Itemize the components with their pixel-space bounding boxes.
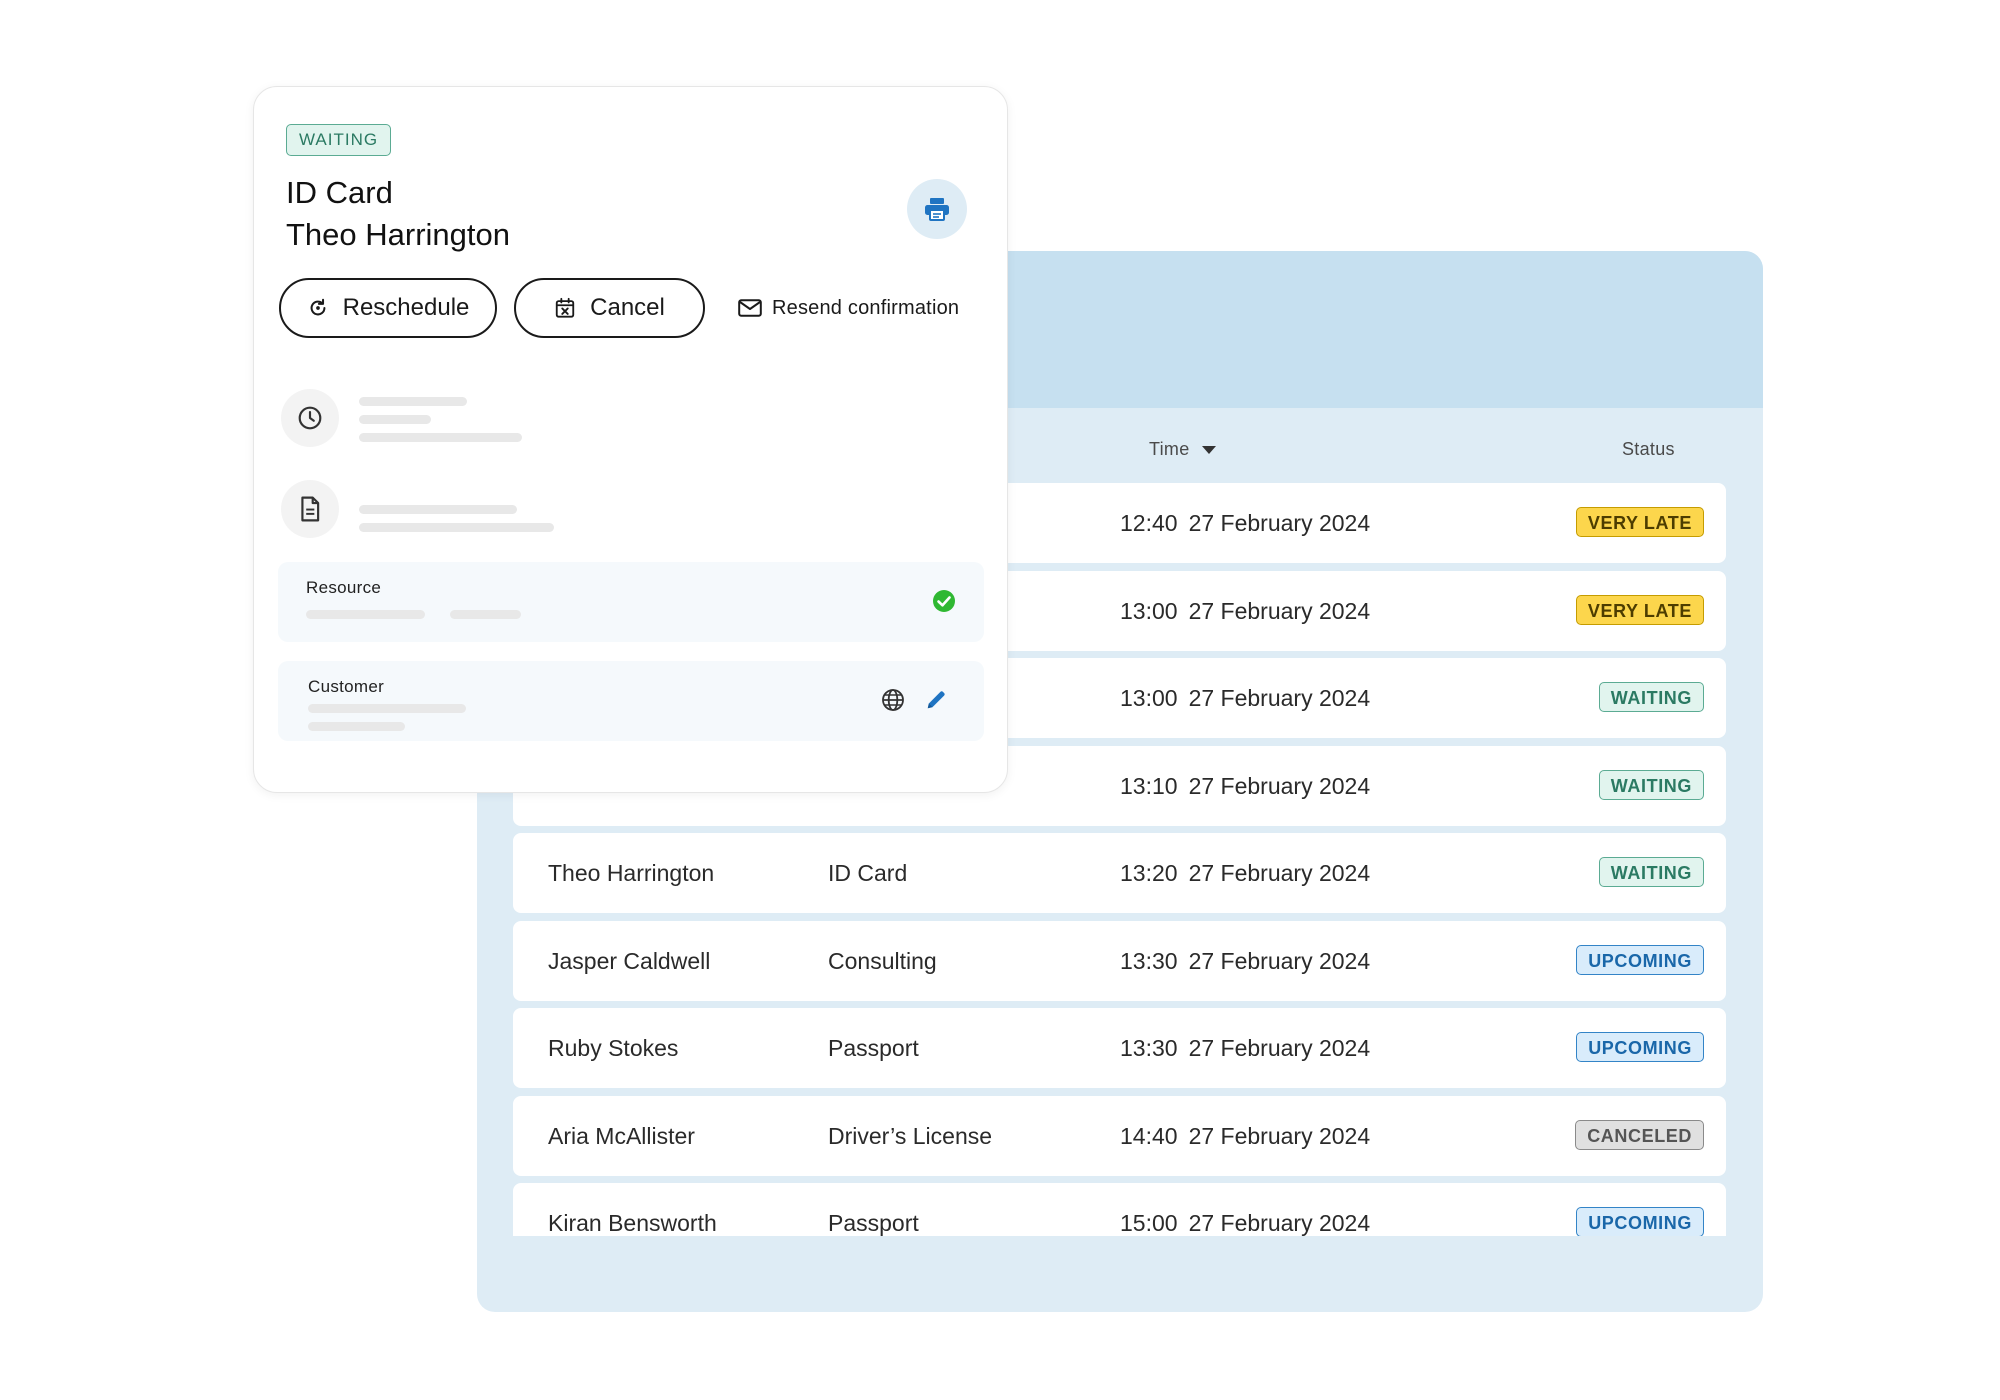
printer-icon <box>925 198 949 221</box>
time-value: 13:00 <box>1120 685 1178 711</box>
time-value: 13:30 <box>1120 947 1178 974</box>
skeleton-line <box>359 505 517 514</box>
document-info-icon-wrap <box>281 480 339 538</box>
customer-name-cell: Ruby Stokes <box>548 1035 679 1061</box>
time-cell: 13:20 27 February 2024 <box>1120 833 1370 913</box>
calendar-x-icon <box>555 297 575 318</box>
status-badge: WAITING <box>1598 857 1704 887</box>
reschedule-button[interactable]: Reschedule <box>279 278 497 338</box>
table-row[interactable]: Ruby Stokes Passport 13:30 27 February 2024… <box>513 1008 1726 1088</box>
document-icon <box>301 496 320 522</box>
appointment-service-title: ID Card <box>286 175 393 210</box>
status-badge: WAITING <box>286 124 392 156</box>
skeleton-line <box>359 397 467 406</box>
mail-icon <box>738 299 762 317</box>
service-cell: ID Card <box>828 860 908 886</box>
language-button[interactable] <box>878 685 908 715</box>
edit-customer-button[interactable] <box>921 685 951 715</box>
resend-confirmation-button[interactable]: Resend confirmation <box>738 292 959 324</box>
date-value: 27 February 2024 <box>1188 1035 1371 1061</box>
table-row[interactable]: Theo Harrington ID Card 13:20 27 February 2… <box>513 833 1726 913</box>
skeleton-line <box>450 610 521 619</box>
status-badge: UPCOMING <box>1576 1207 1704 1236</box>
skeleton-line <box>359 433 522 442</box>
customer-name-cell: Jasper Caldwell <box>548 947 711 974</box>
date-value: 27 February 2024 <box>1188 597 1371 624</box>
resource-label: Resource <box>306 578 382 597</box>
table-row[interactable]: Aria McAllister Driver’s License 14:40 27 F… <box>513 1095 1726 1176</box>
status-badge: UPCOMING <box>1576 944 1704 975</box>
skeleton-line <box>308 704 466 713</box>
table-row[interactable]: Jasper Caldwell Consulting 13:30 27 Februar… <box>513 920 1726 1001</box>
customer-panel[interactable]: Customer <box>278 661 984 741</box>
time-value: 13:10 <box>1120 772 1178 799</box>
cancel-button[interactable]: Cancel <box>514 278 705 338</box>
customer-name-cell: Aria McAllister <box>548 1122 695 1149</box>
sort-desc-icon <box>1201 446 1216 455</box>
clock-icon <box>298 406 322 430</box>
time-cell: 14:40 27 February 2024 <box>1120 1096 1370 1176</box>
check-circle-icon <box>933 590 955 612</box>
time-cell: 13:10 27 February 2024 <box>1120 746 1370 826</box>
time-cell: 13:30 27 February 2024 <box>1120 921 1370 1001</box>
date-value: 27 February 2024 <box>1188 1122 1371 1149</box>
time-cell: 15:00 27 February 2024 <box>1120 1183 1370 1236</box>
time-cell: 13:00 27 February 2024 <box>1120 571 1370 651</box>
status-badge: WAITING <box>1598 769 1704 800</box>
skeleton-line <box>359 523 554 532</box>
skeleton-line <box>306 610 425 619</box>
column-header-time[interactable]: Time <box>1149 439 1216 460</box>
column-header-status[interactable]: Status <box>1622 439 1675 460</box>
refresh-icon <box>310 298 326 316</box>
pencil-icon <box>927 691 945 709</box>
date-value: 27 February 2024 <box>1188 860 1371 886</box>
date-value: 27 February 2024 <box>1188 685 1371 711</box>
customer-name-cell: Theo Harrington <box>548 860 715 886</box>
globe-icon <box>882 689 904 711</box>
time-value: 12:40 <box>1120 510 1178 536</box>
appointment-customer-name: Theo Harrington <box>286 217 511 252</box>
time-cell: 13:00 27 February 2024 <box>1120 658 1370 738</box>
status-badge: UPCOMING <box>1576 1032 1704 1062</box>
date-value: 27 February 2024 <box>1188 772 1371 799</box>
status-badge: VERY LATE <box>1575 594 1704 625</box>
time-value: 13:00 <box>1120 597 1178 624</box>
table-row[interactable]: Kiran Bensworth Passport 15:00 27 February … <box>513 1183 1726 1236</box>
status-badge: WAITING <box>1598 682 1704 712</box>
status-badge: VERY LATE <box>1575 507 1704 537</box>
skeleton-line <box>308 722 405 731</box>
customer-name-cell: Kiran Bensworth <box>548 1210 717 1236</box>
service-cell: Passport <box>828 1035 919 1061</box>
resource-panel[interactable]: Resource <box>278 562 984 642</box>
appointment-detail-card: WAITING ID Card Theo Harrington Reschedu… <box>253 86 1008 793</box>
print-button[interactable] <box>907 179 967 239</box>
date-value: 27 February 2024 <box>1188 510 1371 536</box>
time-cell: 13:30 27 February 2024 <box>1120 1008 1370 1088</box>
time-cell: 12:40 27 February 2024 <box>1120 483 1370 563</box>
time-value: 13:30 <box>1120 1035 1178 1061</box>
service-cell: Consulting <box>828 947 937 974</box>
service-cell: Driver’s License <box>828 1122 993 1149</box>
time-value: 14:40 <box>1120 1122 1178 1149</box>
service-cell: Passport <box>828 1210 919 1236</box>
status-badge: CANCELED <box>1575 1119 1704 1150</box>
time-value: 13:20 <box>1120 860 1178 886</box>
time-info-icon-wrap <box>281 389 339 447</box>
time-value: 15:00 <box>1120 1210 1178 1236</box>
date-value: 27 February 2024 <box>1188 1210 1371 1236</box>
date-value: 27 February 2024 <box>1188 947 1371 974</box>
skeleton-line <box>359 415 431 424</box>
customer-label: Customer <box>308 677 385 696</box>
